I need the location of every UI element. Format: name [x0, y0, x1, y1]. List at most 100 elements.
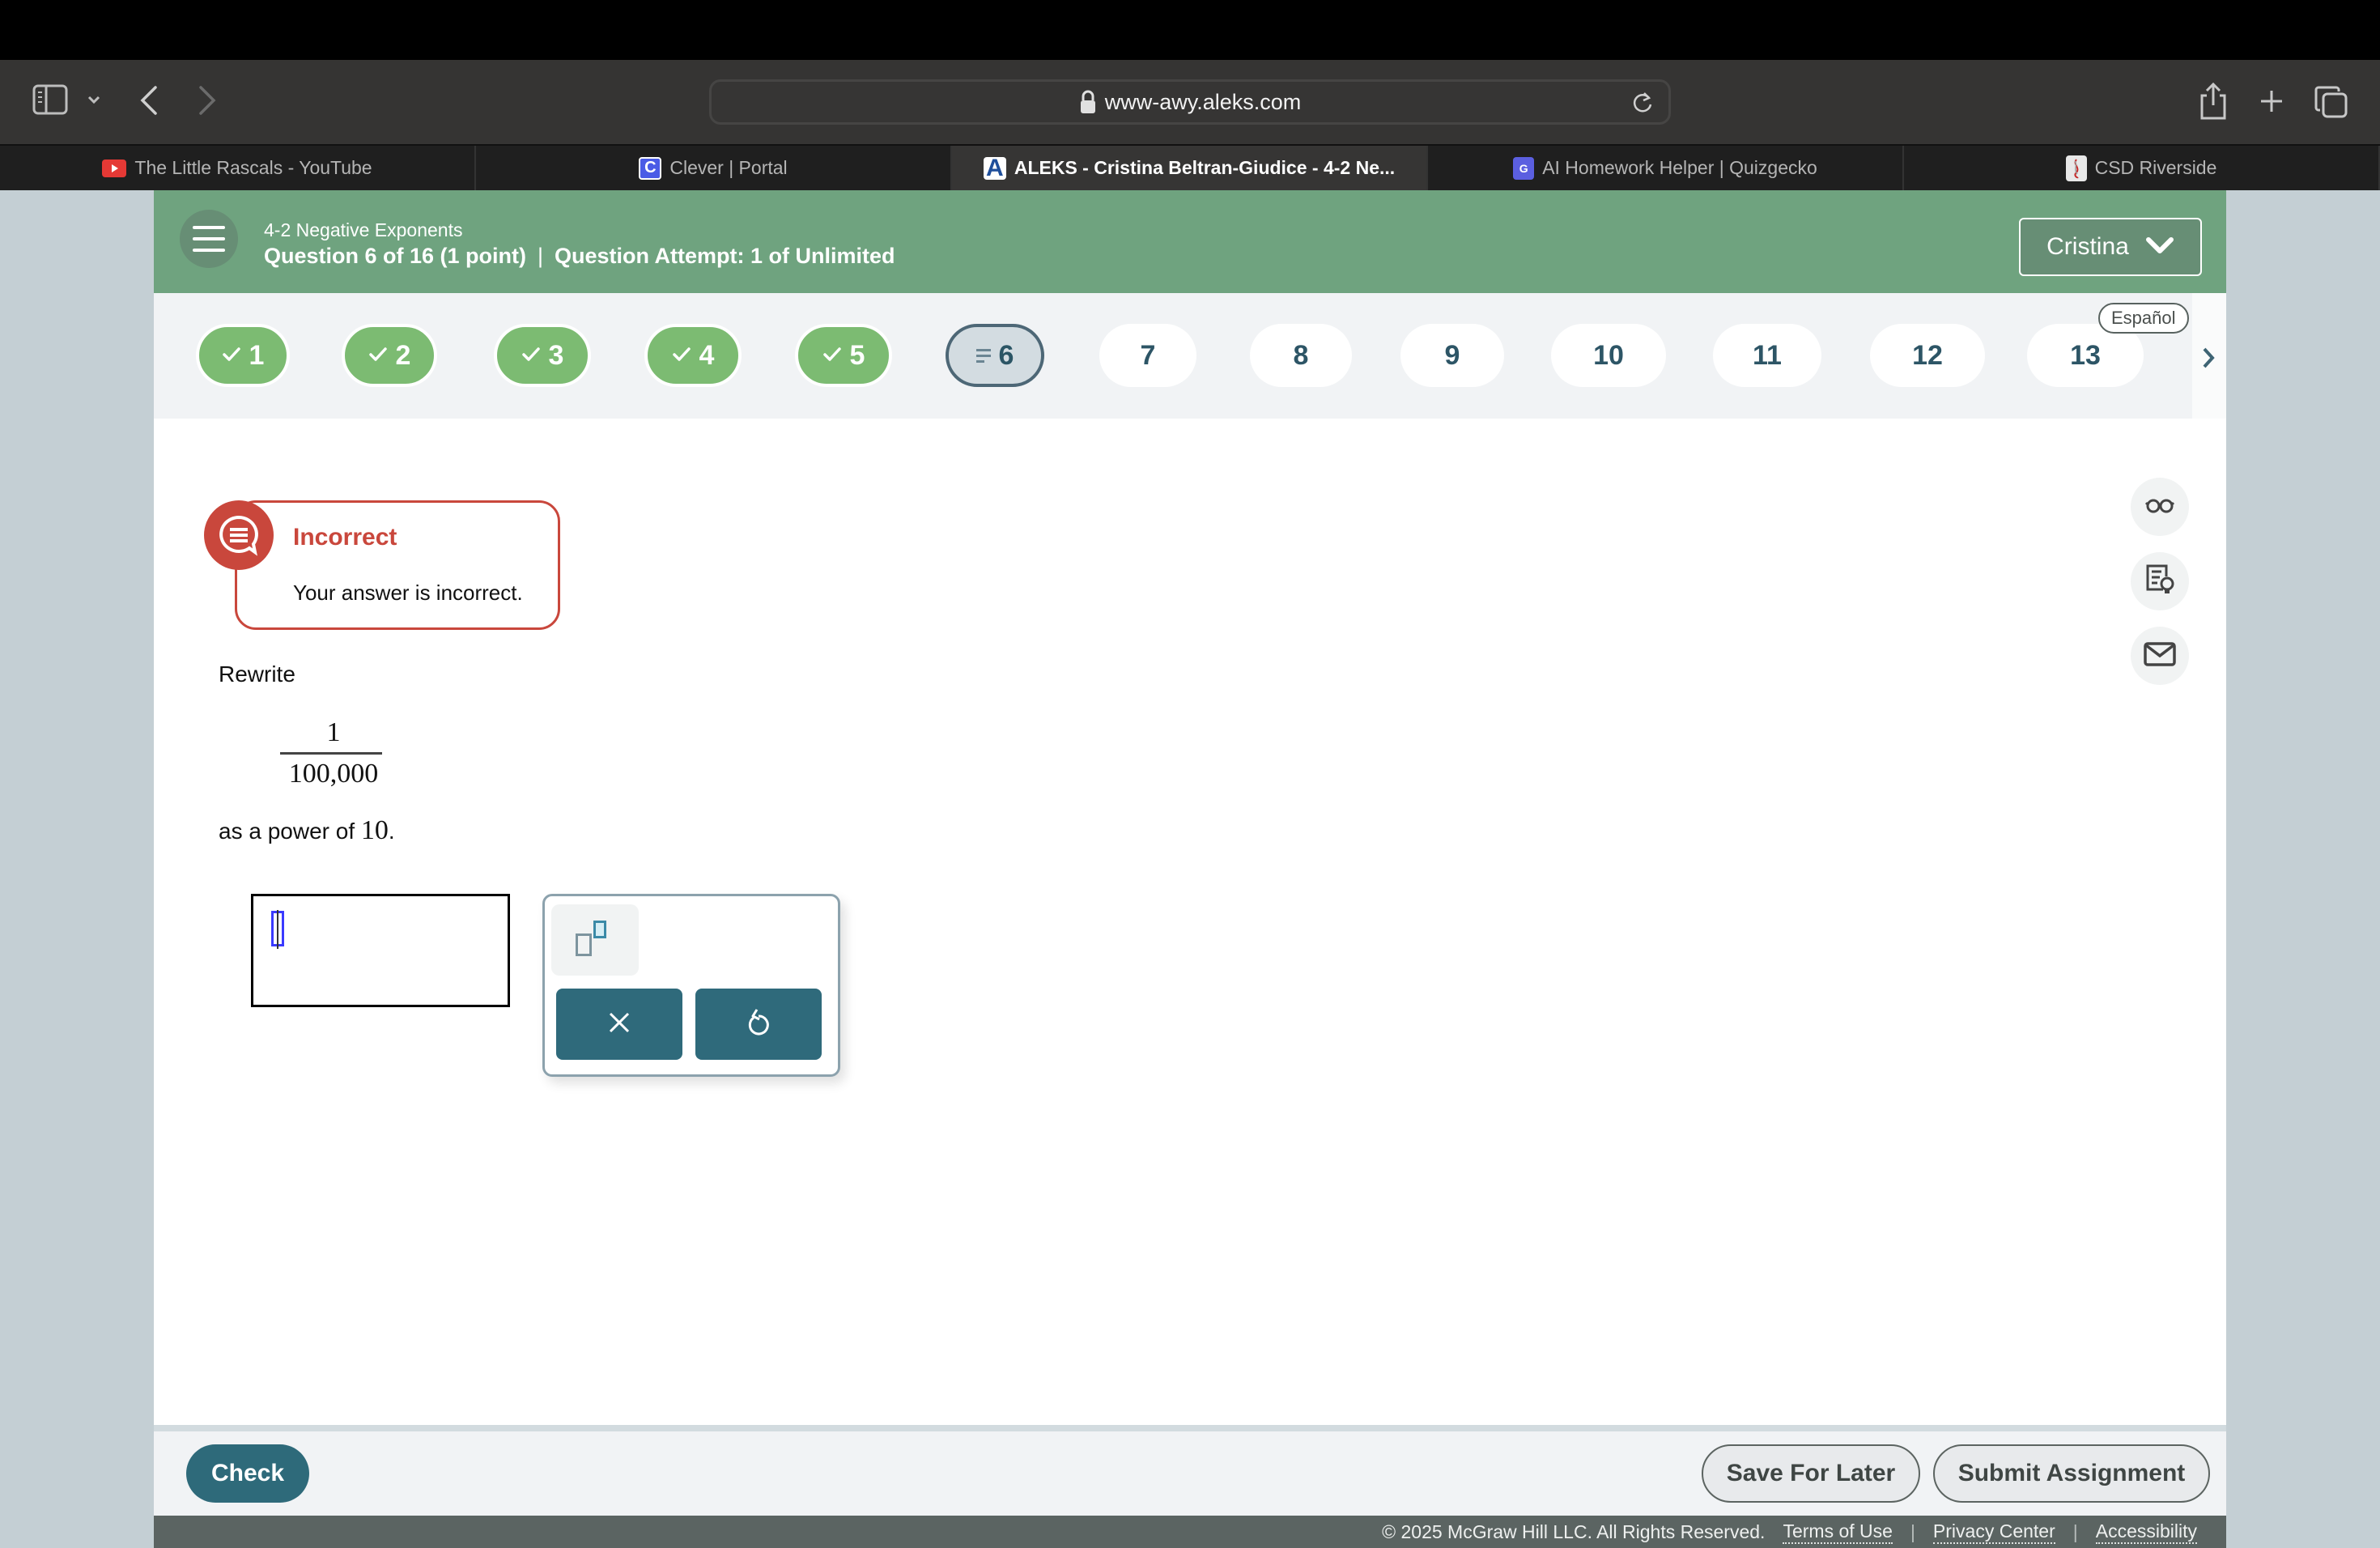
question-info: Question 6 of 16 (1 point) | Question Atte…: [264, 244, 895, 269]
tab-label: The Little Rascals - YouTube: [134, 157, 372, 178]
question-pill-number: 3: [548, 339, 564, 371]
question-pill-12[interactable]: 12: [1870, 324, 1985, 387]
copyright: © 2025 McGraw Hill LLC. All Rights Reser…: [1382, 1520, 1766, 1542]
exponent-template-icon: [576, 933, 592, 956]
chevron-down-icon[interactable]: [84, 89, 104, 110]
footer: © 2025 McGraw Hill LLC. All Rights Reser…: [154, 1516, 2226, 1548]
url-text: www-awy.aleks.com: [1104, 89, 1302, 114]
privacy-center-link[interactable]: Privacy Center: [1932, 1520, 2055, 1544]
question-pill-8[interactable]: 8: [1250, 324, 1352, 387]
fraction-numerator: 1: [326, 717, 341, 747]
terms-of-use-link[interactable]: Terms of Use: [1783, 1520, 1893, 1544]
separator: |: [538, 244, 544, 268]
fraction-denominator: 100,000: [288, 759, 379, 789]
tab-label: Clever | Portal: [669, 157, 788, 178]
tab-label: ALEKS - Cristina Beltran-Giudice - 4-2 N…: [1014, 157, 1396, 178]
fraction-bar: [280, 752, 382, 755]
question-pill-number: 6: [998, 339, 1014, 371]
question-pill-number: 12: [1912, 339, 1943, 371]
message-button[interactable]: [2131, 627, 2189, 685]
new-tab-icon[interactable]: [2255, 83, 2288, 120]
question-navigator: 1 2 3 4 5 6 7 8 9 10 11 12 13 Español: [154, 293, 2226, 419]
question-pill-11[interactable]: 11: [1713, 324, 1821, 387]
tab-label: AI Homework Helper | Quizgecko: [1542, 157, 1817, 178]
glasses-button[interactable]: [2131, 478, 2189, 536]
suffix-text: as a power of: [219, 819, 361, 844]
aleks-icon: A: [983, 155, 1006, 181]
feedback-title: Incorrect: [293, 524, 397, 551]
glasses-icon: [2144, 497, 2175, 517]
clever-icon: C: [639, 156, 662, 180]
accessibility-link[interactable]: Accessibility: [2095, 1520, 2197, 1544]
close-icon: [607, 1010, 631, 1039]
suffix-math: 10: [360, 815, 389, 845]
undo-button[interactable]: [695, 989, 822, 1060]
browser-tab-youtube[interactable]: The Little Rascals - YouTube: [0, 146, 476, 190]
footer-separator: |: [1910, 1520, 1915, 1542]
checkmark-icon: [521, 342, 541, 368]
submit-assignment-button[interactable]: Submit Assignment: [1933, 1444, 2210, 1503]
menu-button[interactable]: [180, 210, 238, 268]
question-pill-number: 11: [1753, 339, 1782, 371]
forward-icon[interactable]: [191, 83, 223, 118]
checkmark-icon: [222, 342, 241, 368]
espanol-toggle[interactable]: Español: [2098, 303, 2189, 334]
question-pill-4[interactable]: 4: [644, 324, 742, 387]
feedback-message: Your answer is incorrect.: [293, 580, 523, 605]
question-pill-number: 4: [699, 339, 715, 371]
browser-tab-bar: The Little Rascals - YouTube C Clever | …: [0, 144, 2380, 190]
question-pill-9[interactable]: 9: [1400, 324, 1504, 387]
chevron-down-icon: [2145, 233, 2174, 261]
undo-icon: [746, 1008, 771, 1041]
next-questions-icon[interactable]: [2194, 343, 2223, 372]
question-pill-number: 5: [849, 339, 865, 371]
worked-example-button[interactable]: [2131, 552, 2189, 610]
text-cursor: [271, 910, 284, 949]
address-bar[interactable]: www-awy.aleks.com: [709, 79, 1671, 125]
question-pill-6[interactable]: 6: [946, 324, 1044, 387]
topic-title: 4-2 Negative Exponents: [264, 219, 463, 240]
browser-tab-csd-riverside[interactable]: CSD Riverside: [1904, 146, 2380, 190]
question-pill-3[interactable]: 3: [494, 324, 591, 387]
browser-tab-quizgecko[interactable]: G AI Homework Helper | Quizgecko: [1428, 146, 1904, 190]
exponent-button[interactable]: [551, 904, 639, 976]
user-menu-button[interactable]: Cristina: [2019, 218, 2202, 276]
tab-overview-icon[interactable]: [2312, 83, 2351, 121]
attempt-info: Question Attempt: 1 of Unlimited: [555, 244, 895, 268]
math-palette: [542, 894, 840, 1077]
quizgecko-icon: G: [1513, 156, 1535, 180]
question-pill-7[interactable]: 7: [1099, 324, 1196, 387]
feedback-box: [235, 500, 560, 630]
checkmark-icon: [822, 342, 842, 368]
csd-riverside-icon: [2065, 155, 2087, 181]
footer-separator: |: [2072, 1520, 2078, 1542]
sidebar-toggle-icon[interactable]: [32, 84, 68, 115]
back-icon[interactable]: [133, 83, 165, 118]
question-pill-number: 7: [1140, 339, 1156, 371]
screen-top-bar: [0, 0, 2380, 60]
question-pill-5[interactable]: 5: [795, 324, 892, 387]
question-suffix: as a power of 10.: [219, 815, 395, 846]
question-pill-number: 8: [1293, 339, 1309, 371]
check-button[interactable]: Check: [186, 1444, 309, 1503]
reload-icon[interactable]: [1630, 90, 1655, 116]
browser-tab-aleks[interactable]: A ALEKS - Cristina Beltran-Giudice - 4-2…: [952, 146, 1428, 190]
browser-tab-clever[interactable]: C Clever | Portal: [476, 146, 952, 190]
question-pill-1[interactable]: 1: [196, 324, 290, 387]
answer-input[interactable]: [251, 894, 510, 1007]
youtube-icon: [102, 159, 127, 177]
lock-icon: [1079, 90, 1097, 114]
question-pill-10[interactable]: 10: [1551, 324, 1666, 387]
action-bar: Check Save For Later Submit Assignment: [154, 1431, 2226, 1516]
assignment-header: 4-2 Negative Exponents Question 6 of 16 …: [154, 190, 2226, 293]
fraction: 1 100,000: [280, 717, 384, 790]
bottom-divider: [154, 1425, 2226, 1431]
suffix-end: .: [388, 819, 395, 844]
in-progress-icon: [975, 348, 991, 363]
share-icon[interactable]: [2195, 79, 2231, 123]
question-pill-2[interactable]: 2: [342, 324, 437, 387]
aleks-app: 4-2 Negative Exponents Question 6 of 16 …: [154, 190, 2226, 1548]
save-for-later-button[interactable]: Save For Later: [1702, 1444, 1920, 1503]
clear-button[interactable]: [556, 989, 682, 1060]
question-pill-number: 1: [249, 339, 265, 371]
